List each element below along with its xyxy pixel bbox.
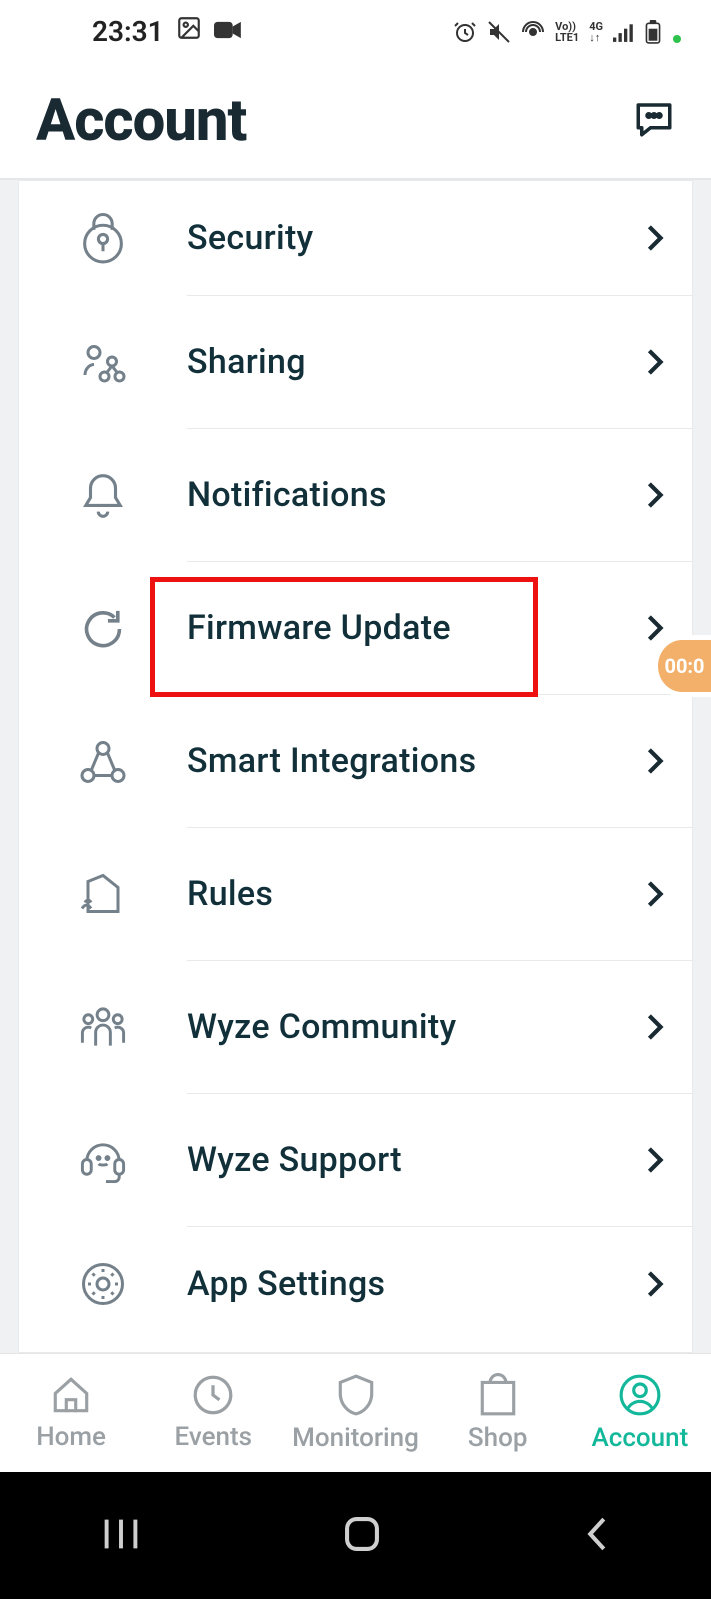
- nav-label: Monitoring: [292, 1423, 419, 1453]
- menu-item-app-settings[interactable]: App Settings: [19, 1227, 692, 1340]
- status-time: 23:31: [92, 15, 164, 48]
- menu-item-notifications[interactable]: Notifications: [19, 429, 692, 562]
- status-left: 23:31: [92, 15, 242, 48]
- media-video-icon: [214, 15, 242, 48]
- menu-item-rules[interactable]: Rules: [19, 828, 692, 961]
- nav-home[interactable]: Home: [0, 1354, 142, 1472]
- nav-label: Events: [175, 1422, 253, 1452]
- nav-label: Account: [592, 1423, 689, 1453]
- nav-events[interactable]: Events: [142, 1354, 284, 1472]
- menu-item-label: Security: [187, 218, 314, 258]
- share-icon: [19, 339, 187, 387]
- page-header: Account: [0, 63, 711, 180]
- battery-icon: [645, 20, 661, 44]
- menu-item-label: Notifications: [187, 475, 387, 515]
- chevron-right-icon: [646, 1013, 664, 1041]
- bottom-nav: Home Events Monitoring Shop Account: [0, 1353, 711, 1472]
- nav-account[interactable]: Account: [569, 1354, 711, 1472]
- recorder-timer: 00:0: [664, 654, 704, 678]
- bell-icon: [19, 471, 187, 521]
- chevron-right-icon: [646, 1146, 664, 1174]
- nav-monitoring[interactable]: Monitoring: [284, 1354, 426, 1472]
- menu-item-security[interactable]: Security: [19, 181, 692, 296]
- alarm-icon: [453, 20, 477, 44]
- nav-label: Shop: [468, 1423, 528, 1453]
- menu-item-wyze-community[interactable]: Wyze Community: [19, 961, 692, 1094]
- settings-card: Security Sharing Notifications: [18, 180, 693, 1353]
- menu-item-label: App Settings: [187, 1264, 385, 1304]
- nav-shop[interactable]: Shop: [427, 1354, 569, 1472]
- sys-back-button[interactable]: [584, 1515, 610, 1557]
- content-area: Security Sharing Notifications: [0, 180, 711, 1353]
- chevron-right-icon: [646, 348, 664, 376]
- lock-icon: [19, 213, 187, 265]
- status-bar: 23:31 Vo))LTE1 4G↓↑: [0, 0, 711, 63]
- nav-label: Home: [36, 1422, 106, 1452]
- chevron-right-icon: [646, 224, 664, 252]
- page-title: Account: [36, 87, 246, 155]
- menu-item-firmware-update[interactable]: Firmware Update: [19, 562, 692, 695]
- menu-item-label: Smart Integrations: [187, 741, 476, 781]
- rules-icon: [19, 872, 187, 918]
- support-icon: [19, 1137, 187, 1185]
- system-nav-bar: [0, 1472, 711, 1599]
- chevron-right-icon: [646, 747, 664, 775]
- sys-recents-button[interactable]: [101, 1517, 141, 1555]
- chevron-right-icon: [646, 614, 664, 642]
- menu-item-label: Wyze Support: [187, 1140, 402, 1180]
- chevron-right-icon: [646, 481, 664, 509]
- volte-icon: Vo))LTE1: [555, 21, 579, 43]
- menu-item-label: Sharing: [187, 342, 306, 382]
- chevron-right-icon: [646, 880, 664, 908]
- integrations-icon: [19, 739, 187, 785]
- chevron-right-icon: [646, 1270, 664, 1298]
- hotspot-icon: [521, 20, 545, 44]
- community-icon: [19, 1004, 187, 1052]
- battery-dot-icon: [673, 35, 681, 43]
- network-4g-icon: 4G↓↑: [589, 21, 603, 43]
- menu-item-label: Rules: [187, 874, 273, 914]
- chat-button[interactable]: [633, 98, 675, 144]
- media-photo-icon: [176, 15, 202, 48]
- menu-item-sharing[interactable]: Sharing: [19, 296, 692, 429]
- status-right: Vo))LTE1 4G↓↑: [453, 20, 681, 44]
- menu-item-smart-integrations[interactable]: Smart Integrations: [19, 695, 692, 828]
- signal-icon: [613, 22, 635, 42]
- screen-recorder-badge[interactable]: 00:0: [653, 635, 711, 697]
- menu-item-wyze-support[interactable]: Wyze Support: [19, 1094, 692, 1227]
- mute-vibrate-icon: [487, 20, 511, 44]
- menu-item-label: Firmware Update: [187, 608, 451, 648]
- refresh-icon: [19, 606, 187, 652]
- sys-home-button[interactable]: [343, 1515, 381, 1557]
- gear-icon: [19, 1260, 187, 1308]
- menu-item-label: Wyze Community: [187, 1007, 456, 1047]
